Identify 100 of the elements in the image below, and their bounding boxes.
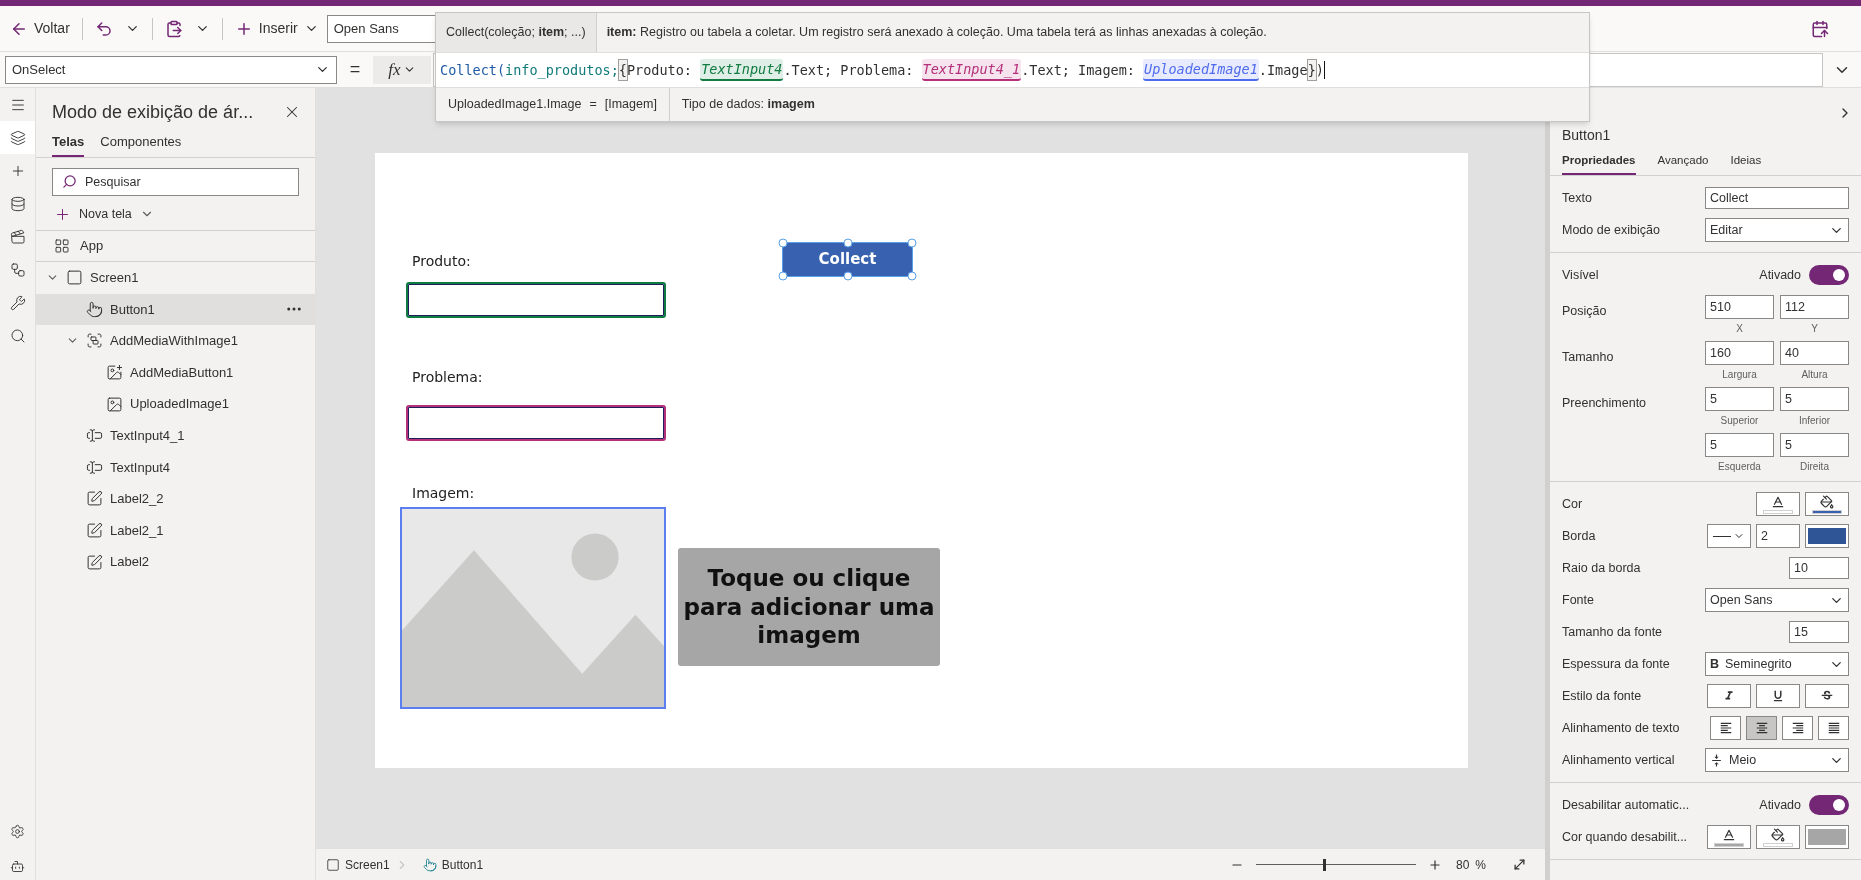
number-field[interactable]: 5 (1780, 387, 1849, 411)
text-align-button[interactable] (1746, 716, 1777, 740)
property-dropdown[interactable]: Meio (1705, 748, 1849, 772)
fill-color-button[interactable] (1805, 492, 1849, 516)
property-dropdown[interactable]: Open Sans (1705, 588, 1849, 612)
grid-icon (54, 238, 70, 254)
back-button[interactable]: Voltar (10, 18, 70, 39)
property-label: Desabilitar automatic... (1562, 796, 1690, 814)
number-field[interactable]: 510 (1705, 295, 1774, 319)
properties-tab[interactable]: Ideias (1730, 150, 1762, 175)
number-field[interactable]: 5 (1705, 433, 1774, 457)
settings-icon[interactable] (10, 824, 25, 839)
font-color-button[interactable] (1707, 825, 1751, 849)
property-label: Raio da borda (1562, 559, 1641, 577)
formula-bracket: { (618, 59, 627, 81)
result-expression: UploadedImage1.Image (448, 96, 582, 114)
fill-color-button[interactable] (1756, 825, 1800, 849)
property-dropdown[interactable]: B Seminegrito (1705, 652, 1849, 676)
number-field[interactable]: 5 (1780, 433, 1849, 457)
tree-label: Button1 (110, 300, 155, 319)
parameter-description: item: Registro ou tabela a coletar. Um registro será anexado à coleção. Uma tabela terá as linhas anexadas à coleção. (606, 24, 1267, 42)
property-field[interactable]: 15 (1789, 621, 1849, 643)
border-width-field[interactable]: 2 (1756, 524, 1800, 548)
text-input[interactable] (406, 405, 666, 441)
field-caption: Inferior (1798, 414, 1831, 428)
left-icon (1718, 721, 1733, 735)
toggle-label: Ativado (1759, 796, 1801, 814)
text-align-button[interactable] (1818, 716, 1849, 740)
fx-button[interactable]: fx (373, 55, 431, 84)
breadcrumb-item[interactable]: Button1 (422, 855, 484, 874)
properties-tab[interactable]: Propriedades (1562, 150, 1636, 175)
toggle-switch[interactable] (1809, 795, 1849, 815)
properties-tab[interactable]: Avançado (1657, 150, 1709, 175)
fit-to-window-icon[interactable] (1512, 857, 1527, 872)
slider-thumb[interactable] (1323, 858, 1327, 871)
panel-tab[interactable]: Telas (52, 132, 85, 157)
database-icon (9, 195, 26, 212)
resize-handle[interactable] (778, 271, 788, 281)
property-dropdown[interactable]: OnSelect (5, 55, 337, 84)
robot-icon[interactable] (10, 859, 25, 874)
number-field[interactable]: 5 (1705, 387, 1774, 411)
property-field[interactable]: Collect (1705, 187, 1849, 209)
tree-item[interactable]: Label2_1 (36, 514, 315, 547)
undo-icon[interactable] (94, 19, 113, 38)
number-field[interactable]: 112 (1780, 295, 1849, 319)
search-icon (62, 174, 77, 189)
number-field[interactable]: 40 (1780, 341, 1849, 365)
tree-item[interactable]: Label2 (36, 546, 315, 578)
font-style-button[interactable] (1805, 684, 1849, 708)
paint-bucket-icon (1820, 494, 1834, 509)
resize-handle[interactable] (843, 271, 852, 281)
resize-handle[interactable] (907, 271, 917, 281)
number-field[interactable]: 160 (1705, 341, 1774, 365)
tree-item[interactable]: Screen1 (36, 262, 315, 294)
add-media-button[interactable]: Toque ou clique para adicionar uma imagem (678, 548, 940, 666)
tree-item[interactable]: Label2_2 (36, 483, 315, 515)
rail-button[interactable] (0, 121, 35, 154)
text-input[interactable] (406, 282, 666, 318)
breadcrumb-item[interactable]: Screen1 (326, 855, 409, 874)
property-field[interactable]: 10 (1789, 557, 1849, 579)
zoom-slider[interactable] (1255, 857, 1416, 872)
tree-label[interactable]: App (80, 236, 104, 256)
formula-editor[interactable]: Collect(info_produtos;{Produto: TextInput4.Text; Problema: TextInput4_1.Text; Imagem: UploadedImage1.Image}) (436, 53, 1589, 87)
resize-handle[interactable] (907, 238, 917, 248)
field-caption: Altura (1801, 368, 1828, 382)
zoom-in-icon[interactable] (1427, 857, 1442, 872)
field-caption: Largura (1722, 368, 1757, 382)
font-color-button[interactable] (1756, 492, 1800, 516)
font-style-button[interactable] (1756, 684, 1800, 708)
form-label: Produto: (412, 252, 471, 271)
tree-label: AddMediaButton1 (130, 363, 234, 382)
new-screen-button[interactable]: Nova tela (54, 200, 297, 228)
resize-handle[interactable] (778, 238, 788, 248)
property-label: Posição (1562, 304, 1607, 318)
tree-item[interactable]: Button1 (36, 293, 315, 326)
paste-icon[interactable] (164, 19, 183, 38)
tree-item[interactable]: UploadedImage1 (36, 388, 315, 420)
insert-button[interactable]: Inserir (234, 18, 319, 39)
calendar-upload-icon[interactable] (1811, 19, 1829, 38)
tree-item[interactable]: TextInput4 (36, 451, 315, 484)
search-icon (9, 327, 26, 344)
zoom-value: 80 (1455, 856, 1470, 874)
formula-text: .Text; Imagem: (1021, 60, 1136, 80)
search-field[interactable]: Pesquisar (52, 168, 299, 196)
property-label: Tamanho (1562, 350, 1614, 364)
pencil-icon (86, 553, 103, 571)
panel-tab[interactable]: Componentes (100, 132, 182, 157)
text-align-button[interactable] (1710, 716, 1741, 740)
text-align-button[interactable] (1782, 716, 1813, 740)
tree-item[interactable]: AddMediaWithImage1 (36, 325, 315, 357)
text-input-icon (86, 427, 103, 445)
toggle-switch[interactable] (1809, 265, 1849, 285)
tree-item[interactable]: AddMediaButton1 (36, 356, 315, 389)
tree-item[interactable]: TextInput4_1 (36, 419, 315, 452)
border-style-dropdown[interactable] (1707, 524, 1751, 548)
toggle-label: Ativado (1759, 266, 1801, 284)
property-dropdown[interactable]: Editar (1705, 218, 1849, 242)
formula-text: Produto: (626, 60, 693, 80)
formula-text: ) (1315, 60, 1324, 80)
resize-handle[interactable] (843, 238, 852, 248)
